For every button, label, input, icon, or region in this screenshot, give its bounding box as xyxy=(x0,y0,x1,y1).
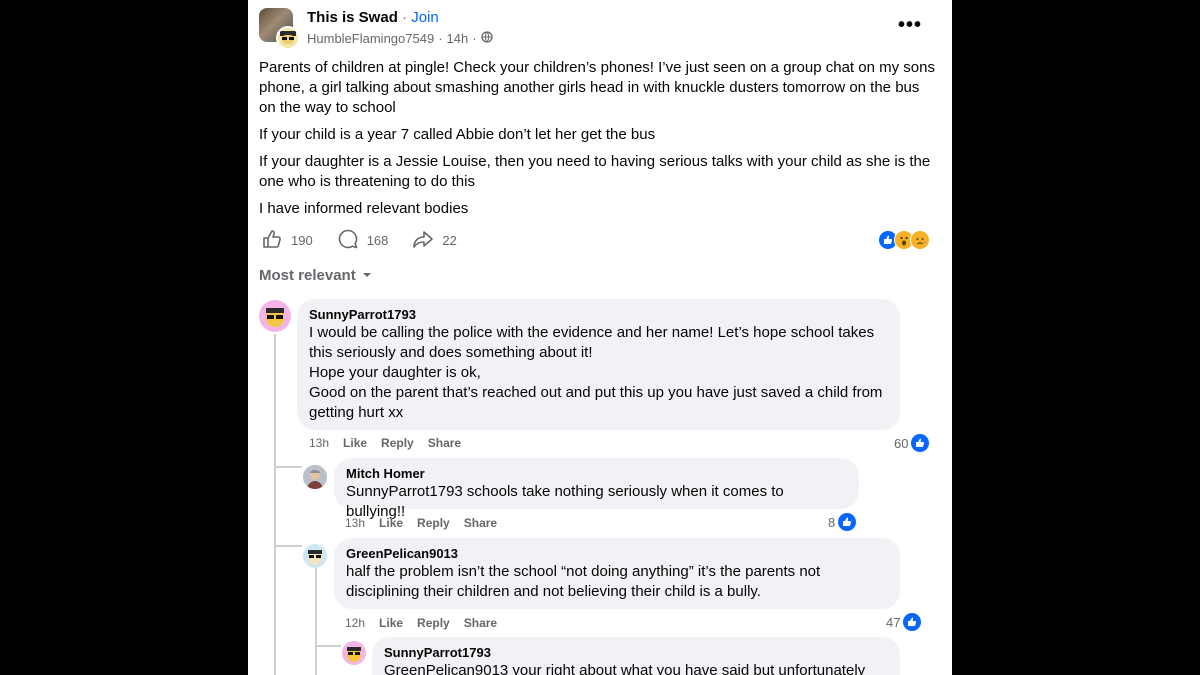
comment-bubble: SunnyParrot1793 I would be calling the p… xyxy=(297,299,900,430)
comment-avatar[interactable] xyxy=(303,465,327,489)
title-separator: · xyxy=(402,9,408,26)
comment-icon xyxy=(337,228,359,253)
comment-like-button[interactable]: Like xyxy=(379,516,403,530)
comment-like-count[interactable]: 60 xyxy=(894,433,931,453)
comment-avatar[interactable] xyxy=(342,641,366,665)
comment-text: Hope your daughter is ok, xyxy=(309,364,481,381)
share-button[interactable]: 22 xyxy=(412,228,457,253)
comment-text: I would be calling the police with the e… xyxy=(309,324,875,361)
group-avatar[interactable] xyxy=(259,8,300,50)
like-count: 190 xyxy=(291,233,313,248)
post-paragraph: If your daughter is a Jessie Louise, the… xyxy=(259,153,931,190)
comment-avatar[interactable] xyxy=(303,544,327,568)
comment-reply-button[interactable]: Reply xyxy=(381,436,414,450)
chevron-down-icon xyxy=(362,267,372,284)
post-meta: HumbleFlamingo7549 · 14h · xyxy=(307,31,493,46)
comment-author[interactable]: SunnyParrot1793 xyxy=(384,645,888,661)
author-name[interactable]: HumbleFlamingo7549 xyxy=(307,31,434,46)
meta-separator: · xyxy=(438,31,443,46)
sad-reaction-icon xyxy=(910,230,930,250)
comment-bubble: Mitch Homer SunnyParrot1793 schools take… xyxy=(334,458,859,520)
like-count: 47 xyxy=(886,614,901,630)
comment-share-button[interactable]: Share xyxy=(464,516,497,530)
comment-reply-button[interactable]: Reply xyxy=(417,516,450,530)
comment-like-count[interactable]: 47 xyxy=(886,612,923,632)
comment-time[interactable]: 13h xyxy=(345,516,365,530)
post-paragraph: I have informed relevant bodies xyxy=(259,200,469,217)
post-time[interactable]: 14h xyxy=(447,31,469,46)
comment-actions: 13h Like Reply Share xyxy=(345,516,497,530)
comment-time[interactable]: 12h xyxy=(345,616,365,630)
comment-author[interactable]: SunnyParrot1793 xyxy=(309,307,888,323)
thread-line xyxy=(315,568,317,675)
comment-text: half the problem isn’t the school “not d… xyxy=(346,563,821,600)
comment-text: GreenPelican9013 your right about what y… xyxy=(384,662,866,675)
post-card: This is Swad · Join HumbleFlamingo7549 ·… xyxy=(248,0,952,675)
like-badge-icon xyxy=(910,433,931,453)
comment-share-button[interactable]: Share xyxy=(428,436,461,450)
like-badge-icon xyxy=(902,612,923,632)
comment-actions: 12h Like Reply Share xyxy=(345,616,497,630)
comment-share-button[interactable]: Share xyxy=(464,616,497,630)
share-count: 22 xyxy=(442,233,457,248)
like-count: 8 xyxy=(828,514,836,530)
post-paragraph: Parents of children at pingle! Check you… xyxy=(259,59,935,116)
comment-avatar[interactable] xyxy=(259,300,291,332)
group-name[interactable]: This is Swad xyxy=(307,9,398,26)
comment-button[interactable]: 168 xyxy=(337,228,389,253)
comment-text: Good on the parent that’s reached out an… xyxy=(309,384,883,421)
comment-count: 168 xyxy=(366,233,389,248)
post-actions: 190 168 22 xyxy=(261,228,481,253)
comment-author[interactable]: GreenPelican9013 xyxy=(346,546,888,562)
comment-sort-dropdown[interactable]: Most relevant xyxy=(259,267,372,284)
meta-separator-2: · xyxy=(472,31,477,46)
reaction-summary[interactable] xyxy=(878,230,930,250)
thread-line xyxy=(274,334,276,675)
sort-label: Most relevant xyxy=(259,267,356,284)
thread-line xyxy=(315,645,341,647)
comment-time[interactable]: 13h xyxy=(309,436,329,450)
comment-author[interactable]: Mitch Homer xyxy=(346,466,847,482)
share-icon xyxy=(412,228,434,253)
thread-line xyxy=(274,545,302,547)
comment-like-count[interactable]: 8 xyxy=(828,512,858,532)
post-paragraph: If your child is a year 7 called Abbie d… xyxy=(259,126,656,143)
comment-actions: 13h Like Reply Share xyxy=(309,436,461,450)
author-avatar[interactable] xyxy=(276,26,300,50)
post-body: Parents of children at pingle! Check you… xyxy=(259,58,939,226)
comment-like-button[interactable]: Like xyxy=(379,616,403,630)
comment-like-button[interactable]: Like xyxy=(343,436,367,450)
comment-reply-button[interactable]: Reply xyxy=(417,616,450,630)
post-title: This is Swad · Join xyxy=(307,9,439,26)
more-icon[interactable]: ••• xyxy=(898,14,922,37)
join-button[interactable]: Join xyxy=(411,9,439,26)
globe-icon xyxy=(480,31,493,46)
like-count: 60 xyxy=(894,435,909,451)
thread-line xyxy=(274,466,302,468)
like-badge-icon xyxy=(837,512,858,532)
like-button[interactable]: 190 xyxy=(261,228,313,253)
comment-bubble: GreenPelican9013 half the problem isn’t … xyxy=(334,538,900,609)
like-icon xyxy=(261,228,283,253)
comment-bubble: SunnyParrot1793 GreenPelican9013 your ri… xyxy=(372,637,900,675)
